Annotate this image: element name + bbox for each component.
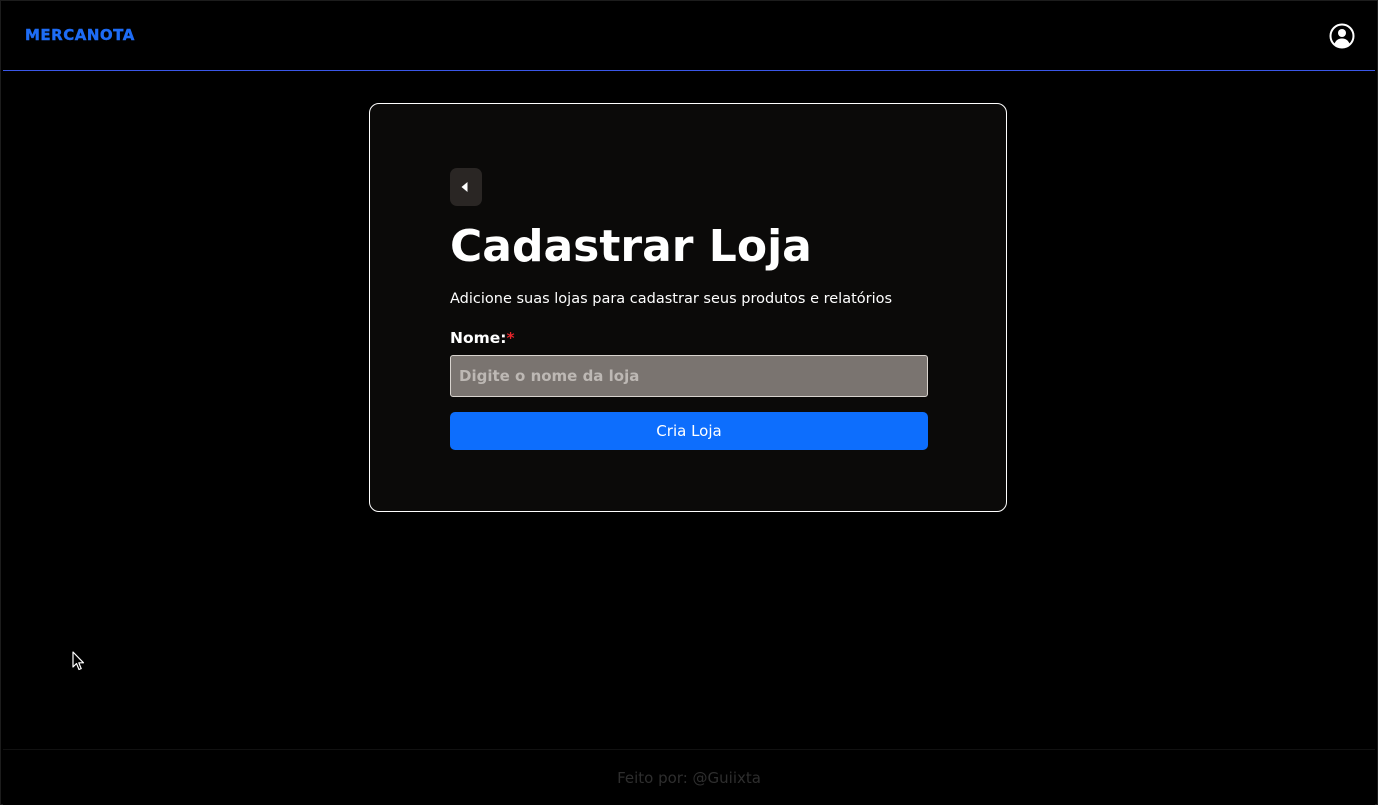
name-label-text: Nome: <box>450 329 507 347</box>
page-subtitle: Adicione suas lojas para cadastrar seus … <box>450 291 893 307</box>
mouse-cursor-icon <box>72 651 85 671</box>
navbar: MERCANOTA <box>3 2 1375 71</box>
store-name-input[interactable] <box>450 355 928 397</box>
footer: Feito por: @Guiixta <box>3 749 1375 805</box>
app-window: MERCANOTA Cadastrar Loja Adicione suas l… <box>0 0 1378 805</box>
footer-credit: Feito por: @Guiixta <box>617 769 761 787</box>
create-store-card: Cadastrar Loja Adicione suas lojas para … <box>369 103 1007 512</box>
name-field-label: Nome:* <box>450 328 515 348</box>
back-button[interactable] <box>450 168 482 206</box>
brand-logo[interactable]: MERCANOTA <box>25 26 135 44</box>
profile-button[interactable] <box>1329 23 1355 49</box>
required-asterisk: * <box>506 329 515 347</box>
page-title: Cadastrar Loja <box>450 221 812 272</box>
caret-left-icon <box>461 182 468 192</box>
create-store-button[interactable]: Cria Loja <box>450 412 928 450</box>
user-circle-icon <box>1329 23 1355 49</box>
